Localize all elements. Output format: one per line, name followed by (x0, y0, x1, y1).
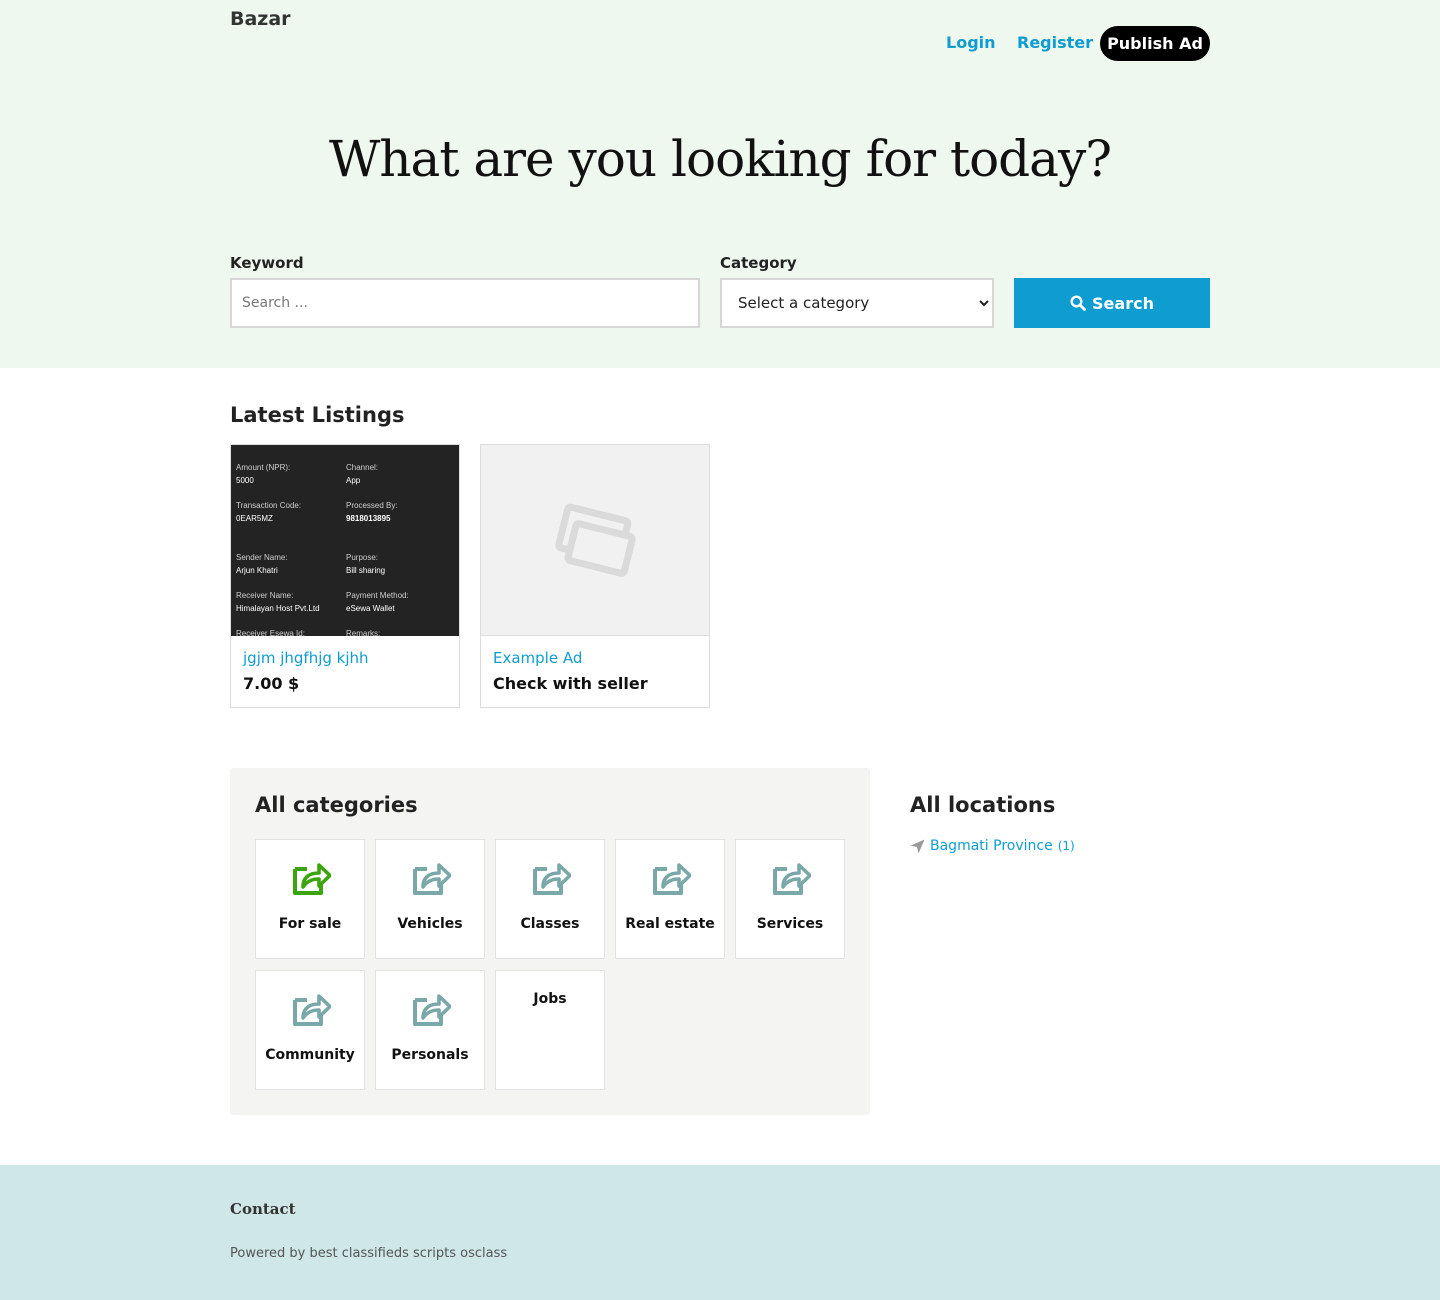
share-icon (533, 863, 571, 895)
search-button-label: Search (1092, 293, 1154, 313)
category-tile-services[interactable]: Services (735, 839, 845, 959)
receipt-field: Channel: App (346, 463, 379, 485)
share-icon (293, 994, 331, 1026)
category-label: For sale (278, 916, 342, 932)
receipt-field: Remarks: (346, 629, 381, 636)
register-link[interactable]: Register (1017, 33, 1093, 52)
latest-listings-title: Latest Listings (230, 403, 405, 427)
receipt-field: Receiver Esewa Id: (236, 629, 305, 636)
site-logo[interactable]: Bazar (230, 8, 291, 30)
share-icon (413, 994, 451, 1026)
category-tile-real-estate[interactable]: Real estate (615, 839, 725, 959)
keyword-search-input[interactable] (230, 278, 700, 328)
listing-price: 7.00 $ (243, 674, 300, 693)
hero-section: Bazar Login Register Publish Ad What are… (0, 0, 1440, 368)
category-select[interactable]: Select a category (720, 278, 994, 328)
share-icon (653, 863, 691, 895)
image-placeholder-icon (555, 503, 636, 577)
hero-title: What are you looking for today? (328, 130, 1112, 188)
search-button[interactable]: Search (1014, 278, 1210, 328)
receipt-field: Receiver Name: Himalayan Host Pvt.Ltd (236, 591, 320, 613)
category-label: Category (720, 254, 797, 272)
listing-title-link[interactable]: jgjm jhgfhjg kjhh (243, 649, 369, 667)
share-icon (773, 863, 811, 895)
category-label: Jobs (533, 991, 567, 1007)
category-tile-vehicles[interactable]: Vehicles (375, 839, 485, 959)
listing-image[interactable]: Amount (NPR): 5000 Channel: App Transactio… (231, 445, 459, 636)
category-label: Vehicles (397, 916, 463, 932)
search-icon (1070, 295, 1086, 311)
categories-panel: All categories For sale Vehicles Classes… (230, 768, 870, 1115)
all-locations-title: All locations (910, 793, 1056, 817)
keyword-label: Keyword (230, 254, 304, 272)
category-tile-community[interactable]: Community (255, 970, 365, 1090)
all-categories-title: All categories (255, 793, 418, 817)
location-name: Bagmati Province (930, 838, 1053, 854)
powered-by-prefix: Powered by (230, 1246, 306, 1261)
listing-image-placeholder[interactable] (481, 445, 709, 636)
receipt-field: Sender Name: Arjun Khatri (236, 553, 288, 575)
location-link-bagmati-province[interactable]: Bagmati Province (1) (910, 838, 1075, 854)
share-icon (293, 863, 331, 895)
category-tile-personals[interactable]: Personals (375, 970, 485, 1090)
footer: Contact Powered by best classifieds scri… (0, 1165, 1440, 1300)
listing-title-link[interactable]: Example Ad (493, 649, 582, 667)
osclass-link[interactable]: best classifieds scripts osclass (310, 1246, 508, 1261)
category-tile-for-sale[interactable]: For sale (255, 839, 365, 959)
category-label: Real estate (625, 916, 715, 932)
powered-by-text: Powered by best classifieds scripts oscl… (230, 1246, 507, 1261)
receipt-field: Processed By: 9818013895 (346, 501, 398, 523)
category-tile-classes[interactable]: Classes (495, 839, 605, 959)
category-tile-jobs[interactable]: Jobs (495, 970, 605, 1090)
receipt-field: Payment Method: eSewa Wallet (346, 591, 409, 613)
category-label: Community (265, 1047, 355, 1063)
receipt-field: Transaction Code: 0EAR5MZ (236, 501, 302, 523)
category-label: Personals (391, 1047, 469, 1063)
share-icon (413, 863, 451, 895)
contact-link[interactable]: Contact (230, 1200, 296, 1218)
location-count: (1) (1057, 839, 1075, 853)
category-label: Classes (520, 916, 580, 932)
listing-card[interactable]: Example Ad Check with seller (480, 444, 710, 708)
listing-card[interactable]: Amount (NPR): 5000 Channel: App Transactio… (230, 444, 460, 708)
publish-ad-button[interactable]: Publish Ad (1100, 26, 1210, 61)
receipt-field: Amount (NPR): 5000 (236, 463, 291, 485)
listing-price: Check with seller (493, 674, 648, 693)
category-label: Services (756, 916, 824, 932)
login-link[interactable]: Login (946, 33, 996, 52)
location-arrow-icon (910, 838, 925, 854)
receipt-field: Purpose: Bill sharing (346, 553, 386, 575)
